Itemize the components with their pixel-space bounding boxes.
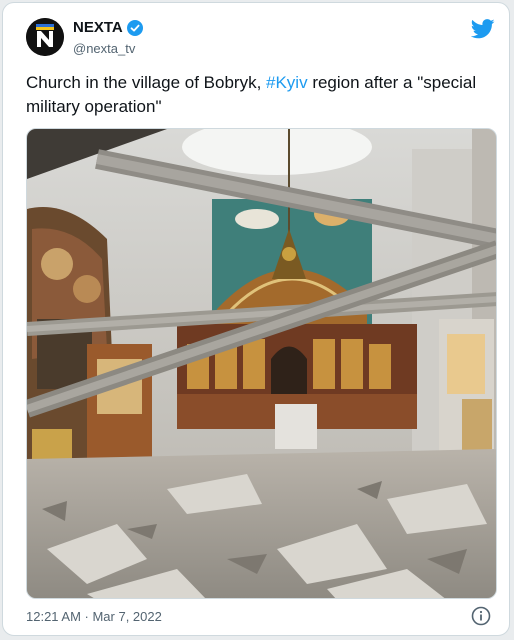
tweet-text: Church in the village of Bobryk, #Kyiv r…	[26, 71, 496, 119]
hashtag-link[interactable]: #Kyiv	[266, 73, 308, 92]
author-handle[interactable]: @nexta_tv	[73, 41, 135, 56]
verified-badge-icon	[126, 19, 143, 36]
info-icon[interactable]	[471, 606, 491, 626]
author-name-row[interactable]: NEXTA	[73, 19, 143, 36]
tweet-card: NEXTA @nexta_tv Church in the village of…	[2, 2, 510, 636]
church-ruins-photo	[27, 129, 496, 598]
author-name[interactable]: NEXTA	[73, 19, 123, 36]
tweet-text-part: Church in the village of Bobryk,	[26, 73, 267, 92]
twitter-bird-icon[interactable]	[470, 19, 495, 39]
avatar[interactable]	[26, 18, 64, 56]
tweet-timestamp[interactable]: 12:21 AM · Mar 7, 2022	[26, 609, 162, 624]
tweet-media-photo[interactable]	[26, 128, 497, 599]
nexta-logo	[26, 18, 64, 56]
